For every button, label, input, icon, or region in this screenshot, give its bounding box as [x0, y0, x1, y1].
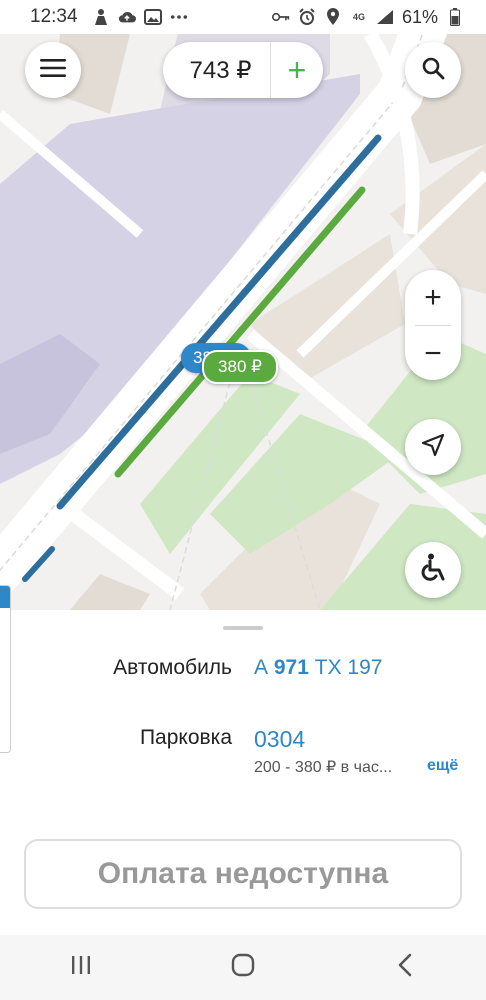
wheelchair-icon	[419, 553, 447, 588]
notification-person-icon	[92, 8, 110, 26]
more-dots-icon	[170, 8, 188, 26]
side-drawer-tab[interactable]	[0, 585, 11, 753]
zoom-in-button[interactable]: +	[405, 270, 461, 325]
battery-percent: 61%	[401, 6, 438, 27]
search-icon	[421, 56, 445, 85]
side-tab-icon	[0, 586, 10, 608]
menu-button[interactable]	[25, 42, 81, 98]
accessible-parking-button[interactable]	[405, 542, 461, 598]
balance-amount[interactable]: 743 ₽	[163, 56, 270, 85]
car-label: Автомобиль	[113, 656, 232, 679]
key-icon	[271, 8, 290, 26]
car-plate-number: 971	[273, 656, 309, 679]
recent-apps-button[interactable]	[51, 948, 111, 988]
search-button[interactable]	[405, 42, 461, 98]
home-icon	[231, 953, 255, 982]
system-nav-bar	[0, 935, 486, 1000]
more-link[interactable]: ещё	[427, 757, 458, 775]
battery-icon	[446, 8, 464, 26]
location-icon	[324, 8, 342, 26]
home-button[interactable]	[213, 948, 273, 988]
sheet-drag-handle[interactable]	[223, 626, 263, 630]
signal-icon	[376, 8, 394, 26]
back-chevron-icon	[397, 953, 413, 982]
parking-info-sheet: Автомобиль А 971 ТХ 197 Парковка 0304 20…	[0, 610, 486, 935]
back-button[interactable]	[375, 948, 435, 988]
zoom-out-button[interactable]: −	[405, 326, 461, 381]
balance-pill[interactable]: 743 ₽ +	[163, 42, 323, 98]
alarm-icon	[298, 8, 316, 26]
zoom-control: + −	[405, 270, 461, 380]
parking-price-tag-green[interactable]: 380 ₽	[202, 350, 278, 384]
gallery-icon	[143, 8, 162, 26]
car-plate-prefix: А	[254, 656, 269, 679]
status-time: 12:34	[30, 6, 78, 27]
add-funds-button[interactable]: +	[271, 42, 323, 98]
hamburger-icon	[40, 58, 66, 83]
parking-code[interactable]: 0304	[254, 726, 305, 753]
my-location-button[interactable]	[405, 419, 461, 475]
parking-price: 200 - 380 ₽ в час...	[254, 759, 393, 776]
pay-button[interactable]: Оплата недоступна	[24, 839, 462, 909]
car-plate[interactable]: А 971 ТХ 197	[254, 656, 382, 680]
tag-green-label: 380 ₽	[218, 357, 262, 376]
network-type-icon: 4G	[352, 11, 365, 22]
car-plate-suffix: ТХ 197	[314, 656, 383, 679]
cloud-upload-icon	[118, 8, 136, 26]
parking-label: Парковка	[139, 726, 232, 749]
recents-icon	[70, 955, 92, 980]
navigation-arrow-icon	[421, 433, 445, 462]
status-bar: 12:34 4G 61%	[0, 0, 486, 34]
